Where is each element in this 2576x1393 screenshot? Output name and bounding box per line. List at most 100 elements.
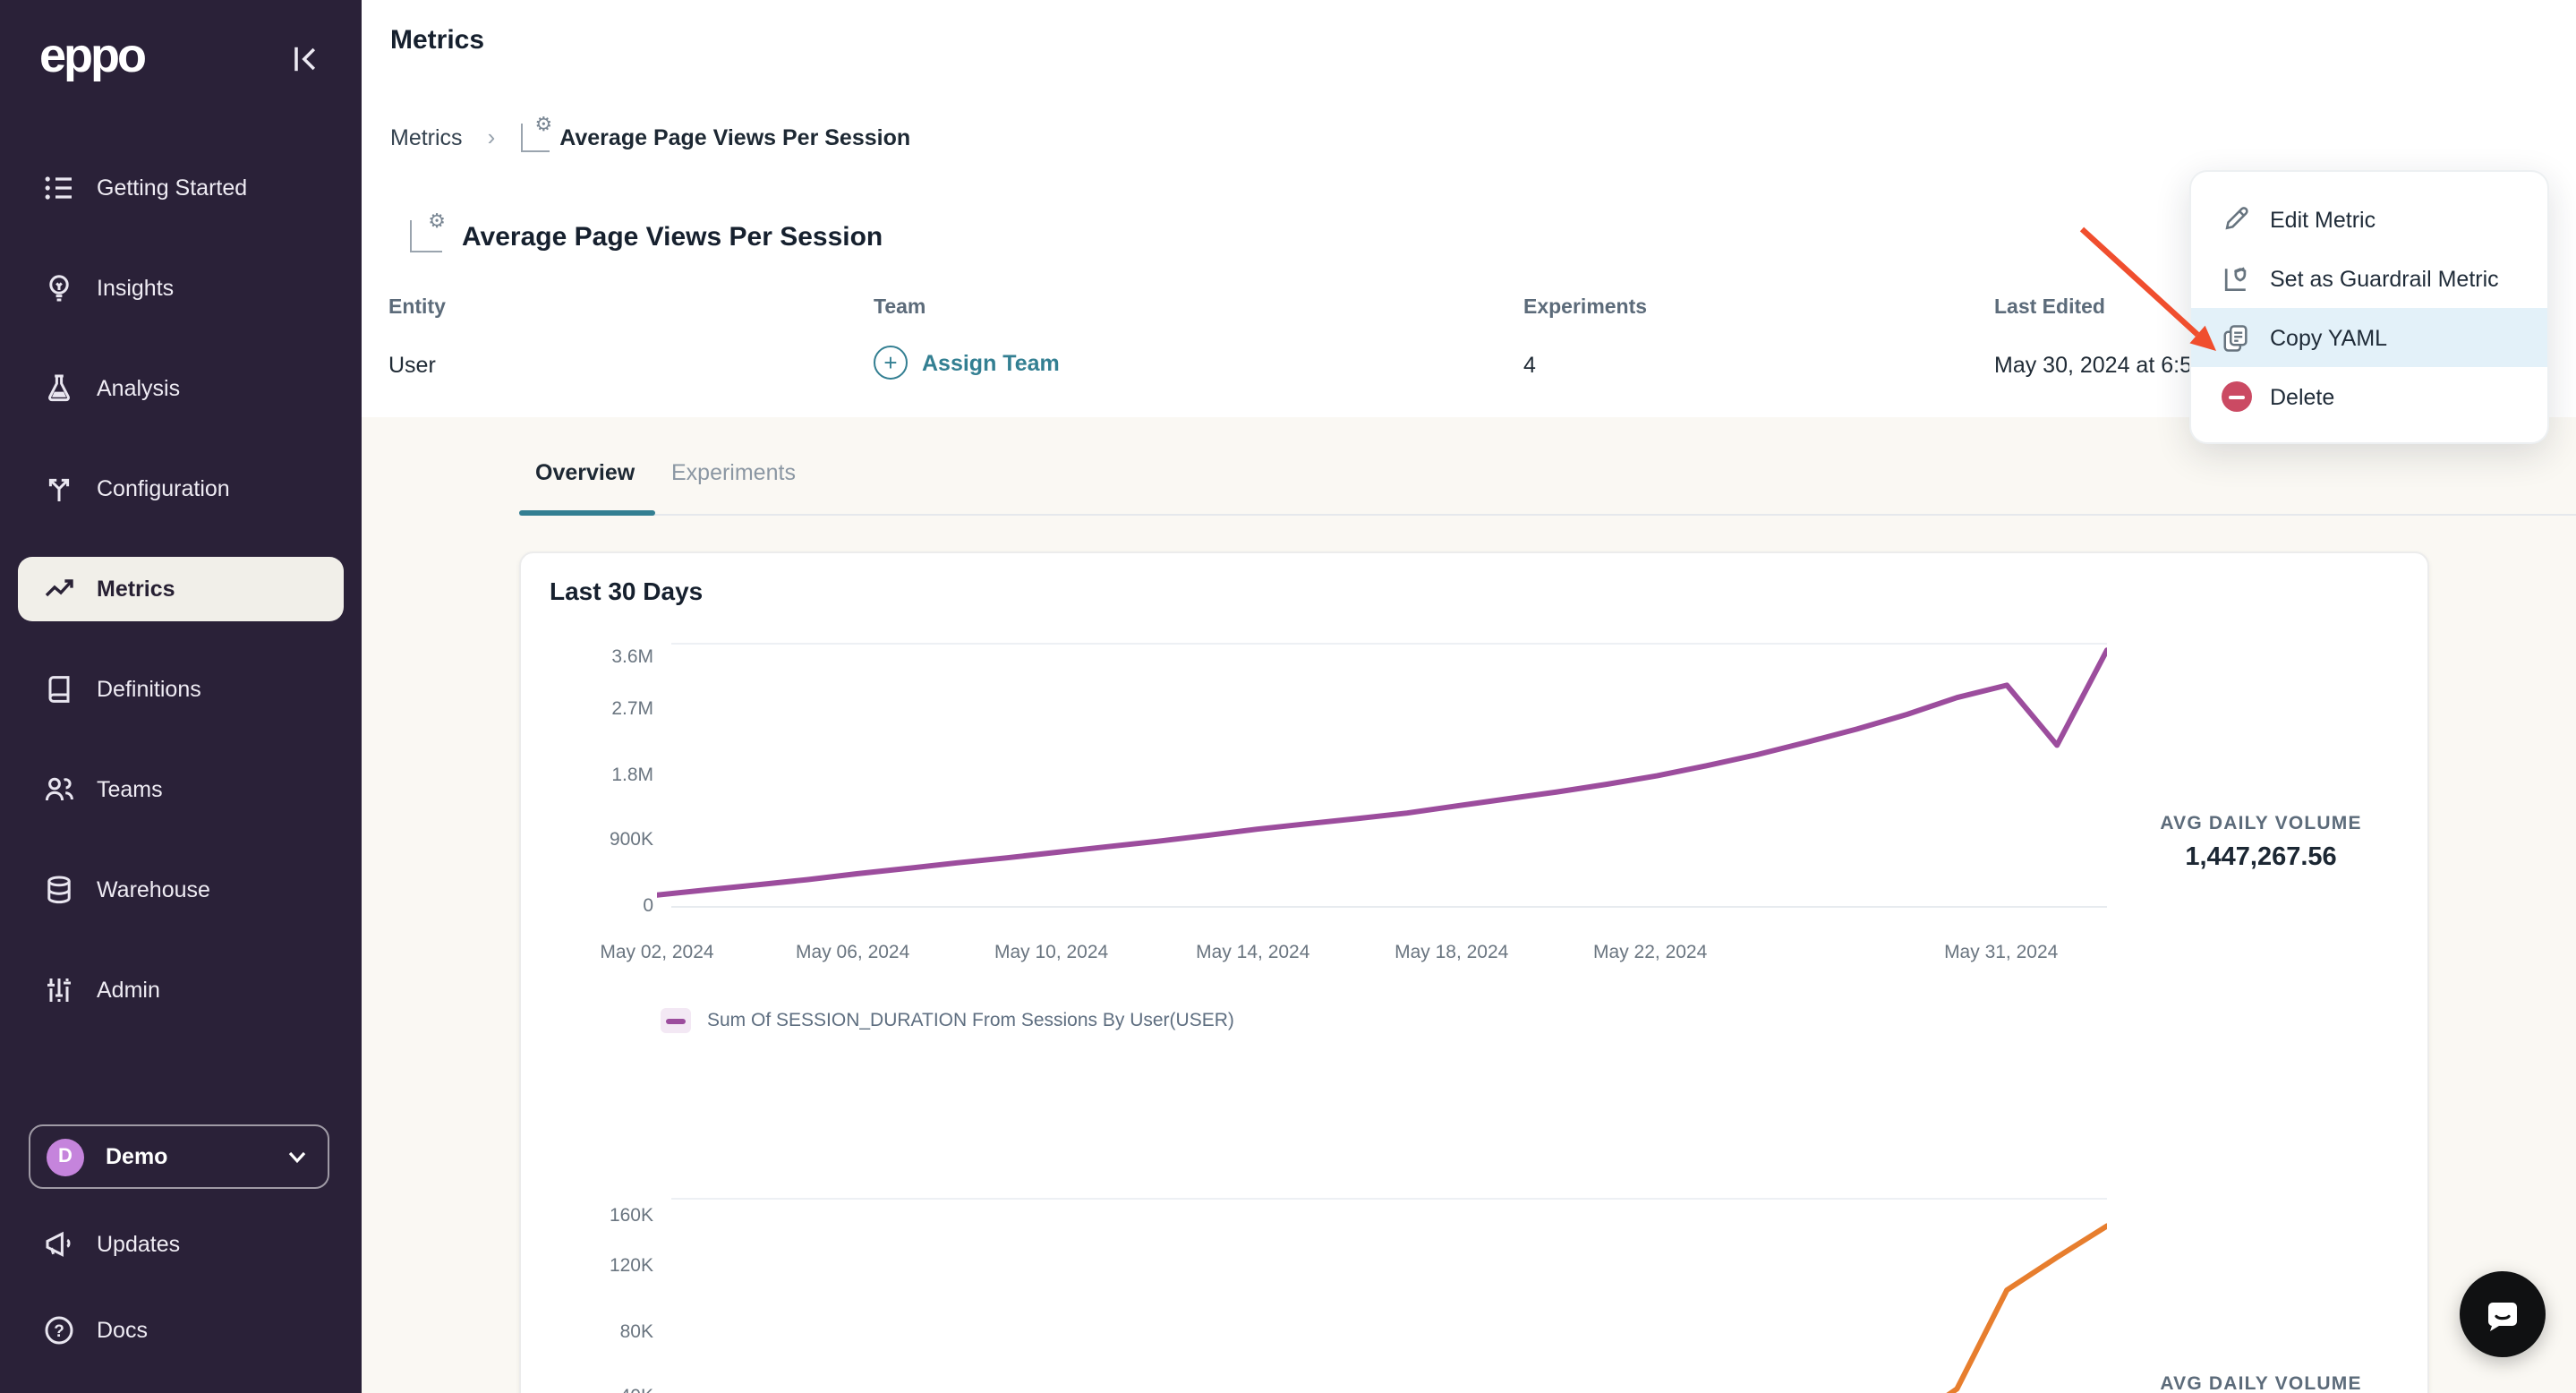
card-title: Last 30 Days [550,577,704,605]
field-label-entity: Entity [388,297,446,319]
menu-item-edit-metric[interactable]: Edit Metric [2191,190,2547,249]
entity-value: User [388,353,436,378]
field-label-team: Team [874,297,926,319]
workspace-name: Demo [106,1144,168,1169]
sidebar-item-label: Getting Started [97,175,248,201]
help-icon: ? [45,1316,73,1345]
sidebar-item-teams[interactable]: Teams [18,757,344,822]
tab-divider [519,514,2576,516]
tab-overview[interactable]: Overview [519,446,655,500]
breadcrumb-current: Average Page Views Per Session [559,124,911,150]
sidebar-item-label: Docs [97,1318,148,1343]
axis-tick-label: 900K [609,829,653,851]
metric-title: Average Page Views Per Session [462,221,883,252]
branch-icon [48,478,70,501]
sidebar-item-admin[interactable]: Admin [18,958,344,1022]
last-30-days-card: Last 30 Days Sum Of SESSION_DURATION Fro… [519,551,2429,1393]
sidebar-item-label: Teams [97,777,163,802]
more-actions-menu: Edit Metric Set as Guardrail Metric Copy… [2189,170,2549,444]
sidebar-item-insights[interactable]: Insights [18,256,344,320]
chevron-right-icon: › [487,124,496,150]
axis-tick-label: 120K [609,1254,653,1277]
avg-daily-volume-block-2: AVG DAILY VOLUME [2064,1373,2458,1393]
chevron-down-icon [288,1151,306,1164]
svg-text:?: ? [54,1322,64,1341]
workspace-switcher[interactable]: D Demo [29,1124,329,1189]
collapse-sidebar-button[interactable] [286,39,326,79]
flask-icon [48,374,70,402]
axis-tick-label: 0 [643,895,653,917]
chart-line-icon [45,579,73,597]
sidebar-item-label: Updates [97,1232,181,1257]
plus-circle-icon: + [874,346,908,380]
tab-bar: Overview Experiments [519,446,812,500]
avg-daily-volume-block: AVG DAILY VOLUME 1,447,267.56 [2064,813,2458,872]
avg-daily-volume-value: 1,447,267.56 [2185,843,2337,872]
axis-tick-label: May 14, 2024 [1196,942,1310,963]
sidebar-item-definitions[interactable]: Definitions [18,657,344,722]
sidebar-item-metrics[interactable]: Metrics [18,557,344,621]
title-bar: Metrics [362,0,2576,88]
breadcrumb: Metrics › ⚙ Average Page Views Per Sessi… [390,86,910,188]
sidebar-item-label: Warehouse [97,877,210,902]
axis-tick-label: 2.7M [611,697,653,720]
menu-item-set-guardrail[interactable]: Set as Guardrail Metric [2191,249,2547,308]
legend-swatch-icon [661,1008,691,1033]
megaphone-icon [46,1231,71,1257]
field-label-experiments: Experiments [1523,297,1648,319]
sidebar-item-label: Configuration [97,476,230,501]
page-title: Metrics [390,25,485,56]
active-tab-underline [519,509,655,516]
axis-tick-label: 1.8M [611,764,653,785]
sliders-icon [47,979,71,1002]
annotation-arrow-icon [2079,226,2216,351]
sidebar-item-label: Metrics [97,577,175,602]
axis-tick-label: May 10, 2024 [994,942,1109,963]
sidebar-item-updates[interactable]: Updates [18,1212,344,1277]
axis-tick-label: 40K [546,1387,653,1393]
assign-team-button[interactable]: + Assign Team [874,346,1060,380]
sidebar-item-label: Admin [97,978,160,1003]
axis-tick-label: 3.6M [611,646,653,668]
avg-daily-volume-label: AVG DAILY VOLUME [2160,813,2362,834]
book-icon [48,676,70,703]
menu-item-delete[interactable]: Delete [2191,367,2547,426]
sidebar-item-analysis[interactable]: Analysis [18,356,344,421]
axis-tick-label: May 06, 2024 [796,942,910,963]
chat-bubble-icon [2487,1303,2517,1331]
axis-tick-label: May 18, 2024 [1395,942,1509,963]
menu-item-copy-yaml[interactable]: Copy YAML [2191,308,2547,367]
workspace-avatar: D [47,1138,84,1175]
breadcrumb-root-link[interactable]: Metrics [390,124,463,150]
sidebar-item-label: Analysis [97,376,181,401]
list-icon [45,176,72,200]
tab-experiments[interactable]: Experiments [655,446,812,500]
axis-tick-label: 160K [609,1205,653,1226]
metric-gear-icon: ⚙ [410,212,446,252]
app-window: eppo Getting Started Insights Analysis C… [0,0,2576,1393]
people-icon [45,777,73,801]
legend-label: Sum Of SESSION_DURATION From Sessions By… [707,1010,1234,1031]
avg-daily-volume-label-2: AVG DAILY VOLUME [2160,1373,2362,1393]
daily-volume-line-chart[interactable] [657,1180,2107,1393]
session-duration-line-chart[interactable] [657,625,2107,915]
sidebar-item-label: Definitions [97,677,201,702]
sidebar-item-label: Insights [97,276,175,301]
experiments-value: 4 [1523,353,1536,378]
sidebar-item-docs[interactable]: ? Docs [18,1298,344,1363]
chart1-legend: Sum Of SESSION_DURATION From Sessions By… [661,1008,1234,1033]
axis-tick-label: May 31, 2024 [1944,942,2059,963]
chat-launcher-button[interactable] [2460,1271,2546,1357]
eppo-logo: eppo [39,29,147,82]
sidebar-item-warehouse[interactable]: Warehouse [18,858,344,922]
database-icon [47,876,71,904]
lightbulb-icon [49,275,69,302]
axis-tick-label: May 02, 2024 [600,942,714,963]
sidebar-item-configuration[interactable]: Configuration [18,457,344,521]
axis-tick-label: 80K [619,1320,653,1342]
delete-minus-icon [2220,380,2252,413]
metric-gear-icon: ⚙ [520,115,552,151]
sidebar: eppo Getting Started Insights Analysis C… [0,0,362,1393]
sidebar-item-getting-started[interactable]: Getting Started [18,156,344,220]
axis-tick-label: May 22, 2024 [1593,942,1708,963]
